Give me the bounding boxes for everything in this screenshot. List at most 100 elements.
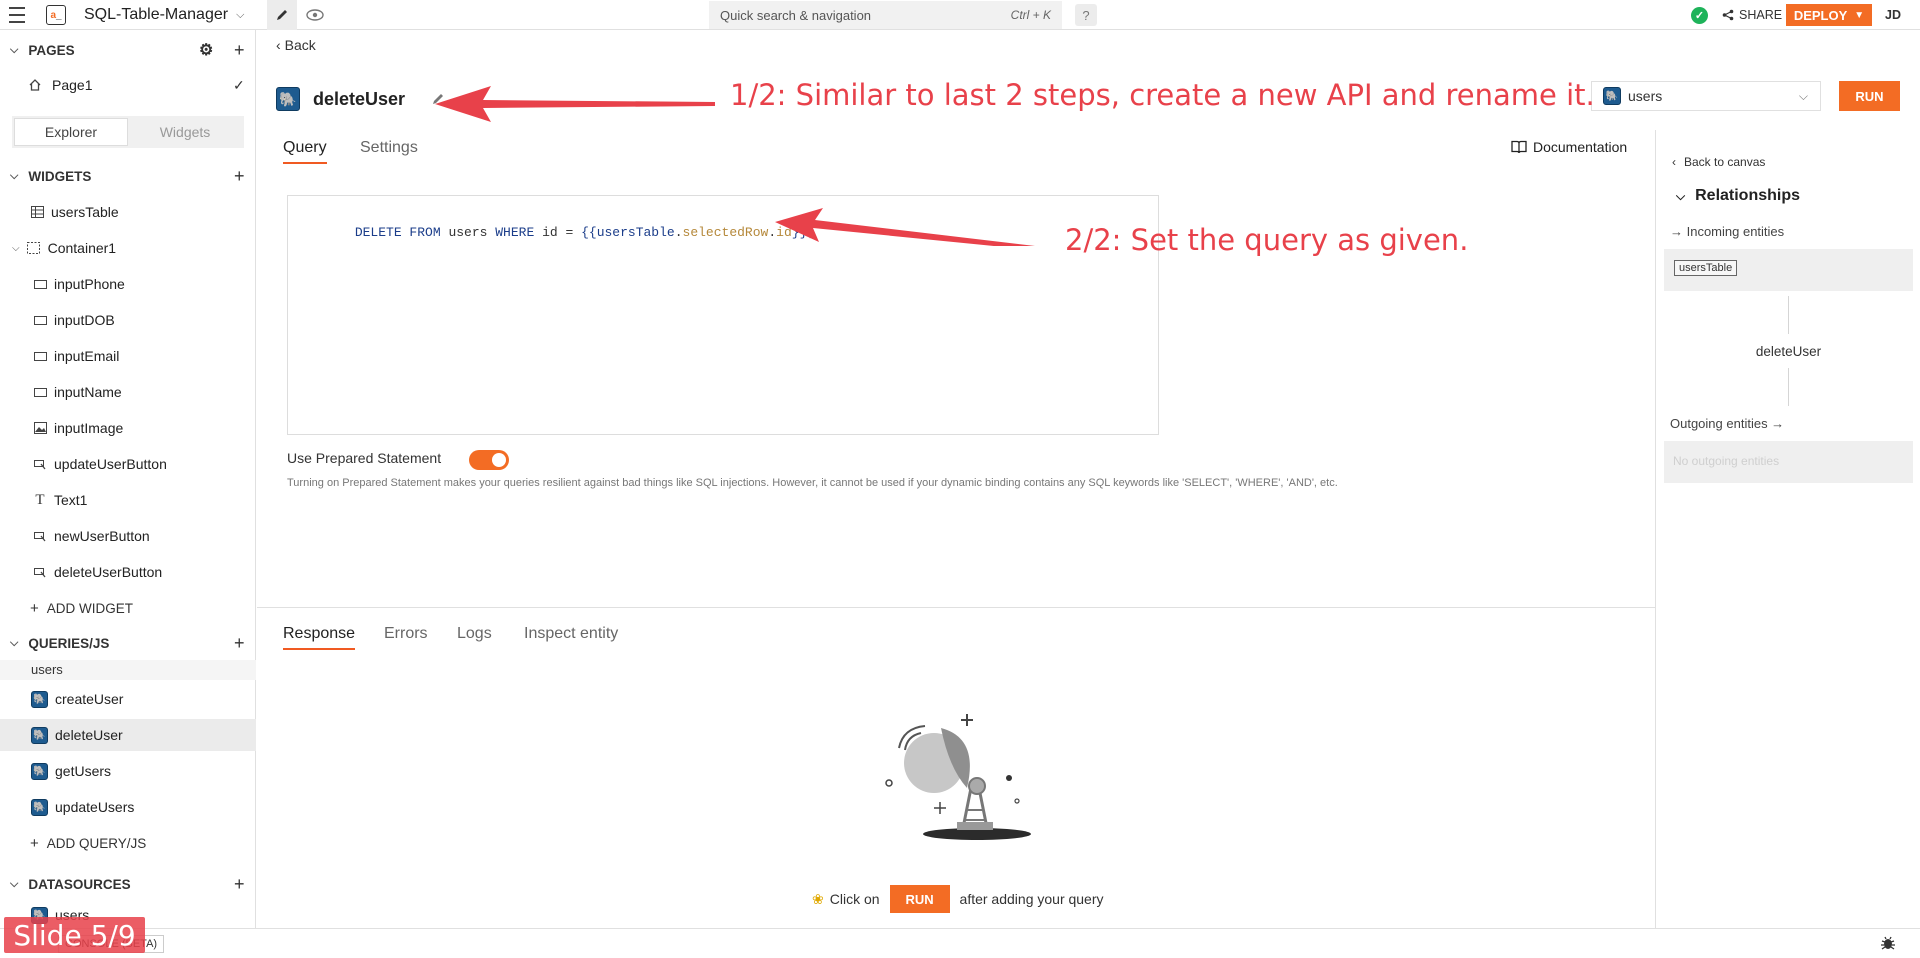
postgres-icon: 🐘 xyxy=(31,690,48,708)
chevron-down-icon: ⌵ xyxy=(236,8,245,21)
postgres-icon: 🐘 xyxy=(276,87,300,111)
hint-run-button[interactable]: RUN xyxy=(889,885,950,913)
widgets-tab[interactable]: Widgets xyxy=(128,118,242,146)
quick-search-bar[interactable]: Quick search & navigation Ctrl + K xyxy=(709,1,1062,29)
postgres-icon: 🐘 xyxy=(1603,87,1621,105)
query-item-deleteuser[interactable]: 🐘 deleteUser xyxy=(0,719,256,751)
table-icon xyxy=(30,205,44,219)
edit-mode-button[interactable] xyxy=(267,0,297,30)
tab-settings[interactable]: Settings xyxy=(360,139,418,157)
chevron-left-icon: ‹ xyxy=(276,37,281,53)
add-page-icon[interactable]: + xyxy=(234,40,245,61)
query-item-getusers[interactable]: 🐘 getUsers xyxy=(0,755,256,787)
pages-section-header[interactable]: ⌵ PAGES ⚙ + xyxy=(0,36,256,64)
pencil-icon xyxy=(277,10,287,20)
user-avatar[interactable]: JD xyxy=(1885,8,1901,22)
entity-chip-userstable[interactable]: usersTable xyxy=(1674,260,1738,276)
add-datasource-icon[interactable]: + xyxy=(234,874,245,895)
button-icon xyxy=(33,457,47,471)
deploy-button[interactable]: DEPLOY ▼ xyxy=(1786,4,1872,26)
outgoing-empty-text: No outgoing entities xyxy=(1673,454,1780,468)
widget-item-inputemail[interactable]: inputEmail xyxy=(0,340,256,372)
widget-item-inputphone[interactable]: inputPhone xyxy=(0,268,256,300)
explorer-tab[interactable]: Explorer xyxy=(14,118,128,146)
queries-section-header[interactable]: ⌵ QUERIES/JS + xyxy=(0,629,256,657)
page-item-page1[interactable]: Page1 ✓ xyxy=(0,69,256,101)
home-icon xyxy=(29,79,41,91)
input-icon xyxy=(33,313,47,327)
widgets-section-header[interactable]: ⌵ WIDGETS + xyxy=(0,162,256,190)
chevron-left-icon: ‹ xyxy=(1672,155,1676,169)
widget-item-userstable[interactable]: usersTable xyxy=(0,196,256,228)
connector-line xyxy=(1788,368,1789,406)
hamburger-menu-icon[interactable] xyxy=(8,7,26,23)
top-bar: a _ SQL-Table-Manager ⌵ Quick search & na… xyxy=(0,0,1920,30)
query-code: DELETE FROM users WHERE id = {{usersTabl… xyxy=(354,225,815,240)
plus-icon: + xyxy=(30,599,39,617)
response-panel: Response Errors Logs Inspect entity ❀ Cl… xyxy=(257,607,1655,928)
raising-hands-icon: ❀ xyxy=(812,890,824,907)
incoming-entities-label: → Incoming entities xyxy=(1670,224,1785,239)
toggle-knob xyxy=(492,453,506,467)
query-item-createuser[interactable]: 🐘 createUser xyxy=(0,683,256,715)
chevron-down-icon: ⌵ xyxy=(1676,188,1686,203)
chevron-down-icon: ⌵ xyxy=(10,877,19,890)
datasource-select[interactable]: 🐘 users ⌵ xyxy=(1591,81,1821,111)
app-name[interactable]: SQL-Table-Manager ⌵ xyxy=(84,6,244,24)
widget-item-updateuserbutton[interactable]: updateUserButton xyxy=(0,448,256,480)
bug-icon[interactable] xyxy=(1880,935,1896,951)
add-widget-icon[interactable]: + xyxy=(234,166,245,187)
documentation-link[interactable]: Documentation xyxy=(1511,139,1627,155)
widget-item-inputdob[interactable]: inputDOB xyxy=(0,304,256,336)
input-icon xyxy=(33,385,47,399)
add-widget-button[interactable]: + ADD WIDGET xyxy=(0,592,256,624)
postgres-icon: 🐘 xyxy=(31,762,48,780)
slide-counter: Slide 5/9 xyxy=(4,917,145,953)
add-query-button[interactable]: + ADD QUERY/JS xyxy=(0,827,256,859)
relationships-panel: ‹ Back to canvas ⌵ Relationships → Incomi… xyxy=(1655,130,1920,928)
widget-item-newuserbutton[interactable]: newUserButton xyxy=(0,520,256,552)
widget-item-deleteuserbutton[interactable]: deleteUserButton xyxy=(0,556,256,588)
chevron-down-icon: ⌵ xyxy=(10,43,19,56)
satellite-dish-illustration xyxy=(885,714,1031,840)
tab-errors[interactable]: Errors xyxy=(384,625,428,643)
search-shortcut: Ctrl + K xyxy=(1010,8,1051,22)
help-button[interactable]: ? xyxy=(1075,4,1097,26)
widget-item-container1[interactable]: ⌵ Container1 xyxy=(0,232,256,264)
status-bar: CONSOLE (BETA) xyxy=(0,928,1920,958)
button-icon xyxy=(33,565,47,579)
back-link[interactable]: ‹ Back xyxy=(276,37,316,53)
share-button[interactable]: SHARE xyxy=(1722,8,1782,22)
input-icon xyxy=(33,277,47,291)
incoming-entities-box: usersTable xyxy=(1664,249,1913,291)
current-entity: deleteUser xyxy=(1755,344,1822,359)
check-icon: ✓ xyxy=(233,76,245,93)
tab-query[interactable]: Query xyxy=(283,139,327,164)
container-icon xyxy=(27,241,41,255)
widget-item-inputname[interactable]: inputName xyxy=(0,376,256,408)
prepared-statement-label: Use Prepared Statement xyxy=(287,450,442,466)
chevron-down-icon: ⌵ xyxy=(10,636,19,649)
back-to-canvas-link[interactable]: ‹ Back to canvas xyxy=(1672,155,1765,169)
gear-icon[interactable]: ⚙ xyxy=(199,40,213,60)
explorer-sidebar: ⌵ PAGES ⚙ + Page1 ✓ Explorer Widgets ⌵ W… xyxy=(0,30,256,928)
prepared-statement-toggle[interactable] xyxy=(469,450,509,470)
chevron-down-icon: ▼ xyxy=(1854,9,1865,21)
query-name[interactable]: deleteUser xyxy=(313,89,405,110)
relationships-title[interactable]: ⌵ Relationships xyxy=(1676,187,1800,205)
button-icon xyxy=(33,529,47,543)
preview-mode-button[interactable] xyxy=(303,5,327,25)
widget-item-text1[interactable]: T Text1 xyxy=(0,484,256,516)
widget-item-inputimage[interactable]: inputImage xyxy=(0,412,256,444)
query-item-updateusers[interactable]: 🐘 updateUsers xyxy=(0,791,256,823)
postgres-icon: 🐘 xyxy=(31,726,48,744)
datasources-section-header[interactable]: ⌵ DATASOURCES + xyxy=(0,870,256,898)
tab-response[interactable]: Response xyxy=(283,625,356,650)
tab-logs[interactable]: Logs xyxy=(457,625,492,643)
annotation-step-2: 2/2: Set the query as given. xyxy=(1065,223,1469,257)
queries-group-label: users xyxy=(0,660,256,680)
run-button[interactable]: RUN xyxy=(1839,81,1900,111)
add-query-icon[interactable]: + xyxy=(234,633,245,654)
tab-inspect-entity[interactable]: Inspect entity xyxy=(524,625,618,643)
query-title-row: 🐘 deleteUser xyxy=(276,87,445,111)
